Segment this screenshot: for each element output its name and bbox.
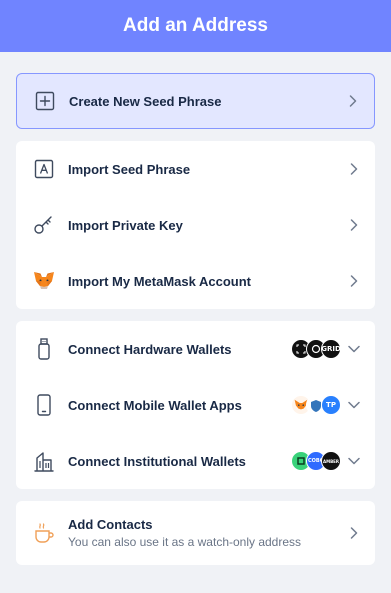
mobile-wallet-logos: TP [291,395,341,415]
create-seed-phrase-button[interactable]: Create New Seed Phrase [16,73,375,129]
chevron-down-icon [347,454,361,468]
import-seed-phrase-button[interactable]: Import Seed Phrase [16,141,375,197]
import-section: Import Seed Phrase Import Private Key Im… [16,141,375,309]
chevron-right-icon [347,218,361,232]
add-contacts-button[interactable]: Add Contacts You can also use it as a wa… [16,501,375,565]
add-contacts-text: Add Contacts You can also use it as a wa… [68,517,347,549]
connect-hardware-wallets-button[interactable]: Connect Hardware Wallets GRID [16,321,375,377]
key-icon [32,213,56,237]
amber-logo: AMBER [321,451,341,471]
add-contacts-subtitle: You can also use it as a watch-only addr… [68,535,302,549]
import-metamask-account-button[interactable]: Import My MetaMask Account [16,253,375,309]
page-title: Add an Address [123,15,268,36]
create-seed-phrase-label: Create New Seed Phrase [69,93,222,109]
main-content: Create New Seed Phrase Import Seed Phras… [0,52,391,565]
connect-mobile-wallet-apps-button[interactable]: Connect Mobile Wallet Apps TP [16,377,375,433]
chevron-right-icon [347,526,361,540]
connect-section: Connect Hardware Wallets GRID Connect Mo… [16,321,375,489]
letter-a-icon [32,157,56,181]
metamask-fox-icon [32,269,56,293]
chevron-right-icon [347,162,361,176]
coffee-cup-icon [32,521,56,545]
tokenpocket-logo: TP [321,395,341,415]
usb-device-icon [32,337,56,361]
connect-institutional-wallets-label: Connect Institutional Wallets [68,453,246,469]
smartphone-icon [32,393,56,417]
buildings-icon [32,449,56,473]
add-contacts-label: Add Contacts [68,517,153,532]
connect-mobile-wallet-apps-label: Connect Mobile Wallet Apps [68,397,242,413]
hardware-wallet-logos: GRID [291,339,341,359]
chevron-down-icon [347,342,361,356]
import-private-key-label: Import Private Key [68,217,183,233]
gridplus-logo: GRID [321,339,341,359]
institutional-wallet-logos: COBO AMBER [291,451,341,471]
chevron-down-icon [347,398,361,412]
plus-square-icon [33,89,57,113]
chevron-right-icon [347,274,361,288]
import-seed-phrase-label: Import Seed Phrase [68,161,191,177]
import-metamask-account-label: Import My MetaMask Account [68,273,251,289]
connect-institutional-wallets-button[interactable]: Connect Institutional Wallets COBO AMBER [16,433,375,489]
import-private-key-button[interactable]: Import Private Key [16,197,375,253]
contacts-section: Add Contacts You can also use it as a wa… [16,501,375,565]
connect-hardware-wallets-label: Connect Hardware Wallets [68,341,232,357]
chevron-right-icon [346,94,360,108]
page-header: Add an Address [0,0,391,52]
